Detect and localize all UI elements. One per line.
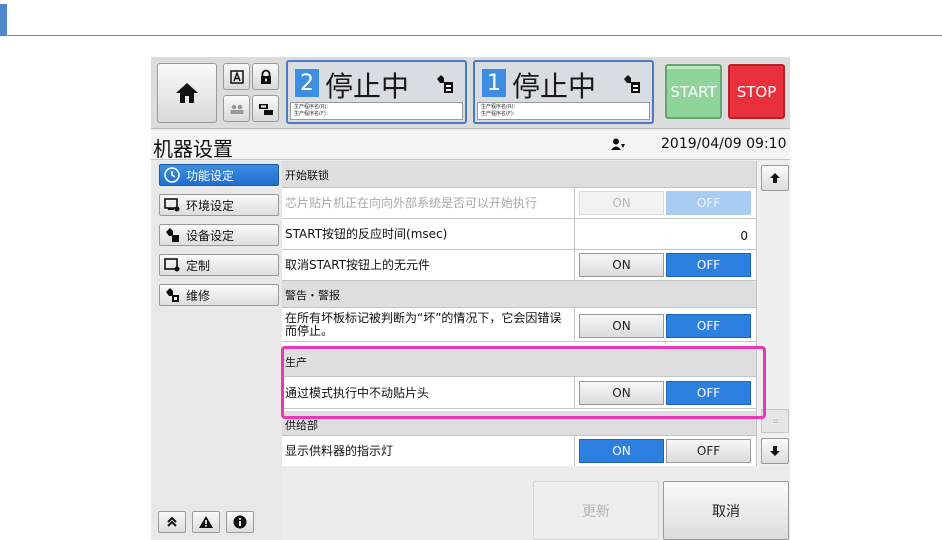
stop-button[interactable]: STOP bbox=[728, 64, 785, 119]
off-toggle[interactable]: OFF bbox=[666, 439, 751, 463]
on-toggle[interactable]: ON bbox=[579, 314, 664, 338]
operators-icon bbox=[230, 104, 243, 114]
lock-button[interactable] bbox=[252, 63, 279, 90]
connection-icon bbox=[258, 103, 273, 115]
on-toggle[interactable]: ON bbox=[579, 439, 664, 463]
section-title: 开始联锁 bbox=[285, 169, 329, 182]
column-divider bbox=[574, 250, 575, 280]
lane-2-status-panel[interactable]: 2 停止中 生产程序名(R)： 生产程序名(F)： bbox=[286, 60, 467, 124]
sidebar: 功能设定 环境设定 设备设定 定制 维修 bbox=[151, 161, 282, 540]
update-button[interactable]: 更新 bbox=[533, 481, 659, 540]
function-settings-icon bbox=[164, 167, 180, 183]
highlight-box bbox=[281, 346, 766, 419]
section-title: 供给部 bbox=[285, 419, 318, 432]
setting-label: START按钮的反应时间(msec) bbox=[285, 227, 448, 241]
warning-button[interactable] bbox=[192, 511, 220, 533]
info-icon bbox=[233, 515, 247, 529]
lane-1-status-panel[interactable]: 1 停止中 生产程序名(R)： 生产程序名(F)： bbox=[473, 60, 654, 124]
customize-icon bbox=[164, 258, 180, 272]
sidebar-item-label: 设备设定 bbox=[186, 228, 235, 243]
lane-number: 1 bbox=[482, 69, 506, 97]
sidebar-item-device-settings[interactable]: 设备设定 bbox=[159, 224, 279, 246]
info-button[interactable] bbox=[226, 511, 254, 533]
column-divider bbox=[574, 308, 575, 341]
program-name-f: 生产程序名(F)： bbox=[481, 111, 518, 117]
header-accent-bar bbox=[0, 4, 7, 36]
page-header bbox=[0, 0, 942, 36]
program-name-r: 生产程序名(R)： bbox=[294, 104, 332, 110]
settings-table: 开始联锁 芯片贴片机正在向向外部系统是否可以开始执行 ON OFF START按… bbox=[282, 161, 756, 466]
title-row: 机器设置 2019/04/09 09:10 bbox=[151, 130, 790, 161]
lane-state: 停止中 bbox=[325, 70, 410, 103]
home-button[interactable] bbox=[157, 63, 217, 123]
lock-icon bbox=[260, 69, 271, 84]
sidebar-item-label: 环境设定 bbox=[186, 198, 235, 213]
cancel-button[interactable]: 取消 bbox=[663, 481, 789, 540]
setting-row-feeder-indicator: 显示供料器的指示灯 ON OFF bbox=[282, 436, 756, 466]
scroll-down-button[interactable] bbox=[761, 438, 789, 464]
top-bar: 2 停止中 生产程序名(R)： 生产程序名(F)： 1 停止中 生产程序名(R)… bbox=[151, 57, 790, 129]
page-title: 机器设置 bbox=[153, 137, 233, 161]
setting-label: 显示供料器的指示灯 bbox=[285, 444, 394, 458]
user-icon bbox=[611, 138, 625, 150]
lane-number: 2 bbox=[295, 69, 319, 97]
sidebar-item-environment-settings[interactable]: 环境设定 bbox=[159, 194, 279, 216]
column-divider bbox=[574, 188, 575, 218]
auto-mode-button[interactable] bbox=[223, 63, 250, 90]
arrow-up-icon bbox=[770, 173, 780, 183]
response-time-value[interactable]: 0 bbox=[740, 229, 748, 243]
off-toggle[interactable]: OFF bbox=[666, 191, 751, 215]
connection-button[interactable] bbox=[252, 95, 279, 122]
home-icon bbox=[176, 83, 198, 103]
datetime: 2019/04/09 09:10 bbox=[661, 136, 787, 152]
scrollbar[interactable]: ::::: bbox=[756, 161, 790, 466]
sidebar-item-label: 功能设定 bbox=[186, 168, 235, 183]
program-names: 生产程序名(R)： 生产程序名(F)： bbox=[477, 102, 650, 120]
environment-settings-icon bbox=[164, 198, 180, 212]
setting-label: 在所有坏板标记被判断为“坏”的情况下，它会因错误而停止。 bbox=[285, 311, 562, 338]
arrow-down-icon bbox=[770, 446, 780, 456]
maintenance-icon bbox=[166, 288, 179, 302]
machine-icon bbox=[437, 75, 453, 93]
double-chevron-up-icon bbox=[167, 516, 177, 527]
off-toggle[interactable]: OFF bbox=[666, 314, 751, 338]
setting-label: 芯片贴片机正在向向外部系统是否可以开始执行 bbox=[285, 196, 538, 210]
program-names: 生产程序名(R)： 生产程序名(F)： bbox=[290, 102, 463, 120]
on-toggle[interactable]: ON bbox=[579, 253, 664, 277]
setting-row-cancel-no-component: 取消START按钮上的无元件 ON OFF bbox=[282, 250, 756, 281]
scroll-up-button[interactable] bbox=[761, 165, 789, 191]
column-divider bbox=[574, 219, 575, 249]
column-divider bbox=[574, 436, 575, 466]
section-header: 警告・警报 bbox=[282, 281, 756, 308]
sidebar-item-function-settings[interactable]: 功能设定 bbox=[159, 164, 279, 186]
setting-row-chip-mounter-inquiry: 芯片贴片机正在向向外部系统是否可以开始执行 ON OFF bbox=[282, 188, 756, 219]
on-toggle[interactable]: ON bbox=[579, 191, 664, 215]
program-name-r: 生产程序名(R)： bbox=[481, 104, 519, 110]
warning-icon bbox=[199, 516, 213, 528]
sidebar-item-label: 定制 bbox=[186, 258, 211, 273]
auto-mode-icon bbox=[229, 69, 244, 84]
off-toggle[interactable]: OFF bbox=[666, 253, 751, 277]
start-button[interactable]: START bbox=[665, 64, 722, 119]
program-name-f: 生产程序名(F)： bbox=[294, 111, 331, 117]
section-title: 警告・警报 bbox=[285, 289, 340, 302]
section-header: 开始联锁 bbox=[282, 161, 756, 188]
operator-button[interactable] bbox=[223, 95, 250, 122]
sidebar-item-customize[interactable]: 定制 bbox=[159, 254, 279, 276]
device-settings-icon bbox=[166, 228, 179, 242]
collapse-button[interactable] bbox=[158, 511, 186, 533]
machine-settings-screen: 2 停止中 生产程序名(R)： 生产程序名(F)： 1 停止中 生产程序名(R)… bbox=[151, 57, 790, 540]
sidebar-item-maintenance[interactable]: 维修 bbox=[159, 284, 279, 306]
setting-row-stop-on-bad-mark: 在所有坏板标记被判断为“坏”的情况下，它会因错误而停止。 ON OFF bbox=[282, 308, 756, 342]
setting-label: 取消START按钮上的无元件 bbox=[285, 258, 431, 272]
machine-icon bbox=[624, 75, 640, 93]
sidebar-item-label: 维修 bbox=[186, 288, 211, 303]
setting-row-start-response-time: START按钮的反应时间(msec) 0 bbox=[282, 219, 756, 250]
lane-state: 停止中 bbox=[512, 70, 597, 103]
